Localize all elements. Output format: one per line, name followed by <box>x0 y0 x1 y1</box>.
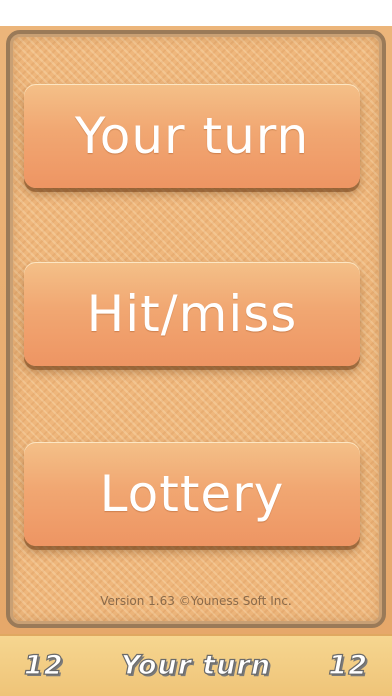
lottery-label: Lottery <box>99 465 285 523</box>
hit-miss-label: Hit/miss <box>86 285 298 343</box>
your-turn-button[interactable]: Your turn <box>24 84 360 188</box>
right-count: 12 <box>328 649 368 681</box>
bottom-status-bar: 12 Your turn 12 <box>0 634 392 696</box>
lottery-button[interactable]: Lottery <box>24 442 360 546</box>
hit-miss-button[interactable]: Hit/miss <box>24 262 360 366</box>
top-status-strip <box>0 0 392 26</box>
your-turn-label: Your turn <box>74 107 310 165</box>
version-text: Version 1.63 ©Youness Soft Inc. <box>100 594 292 608</box>
